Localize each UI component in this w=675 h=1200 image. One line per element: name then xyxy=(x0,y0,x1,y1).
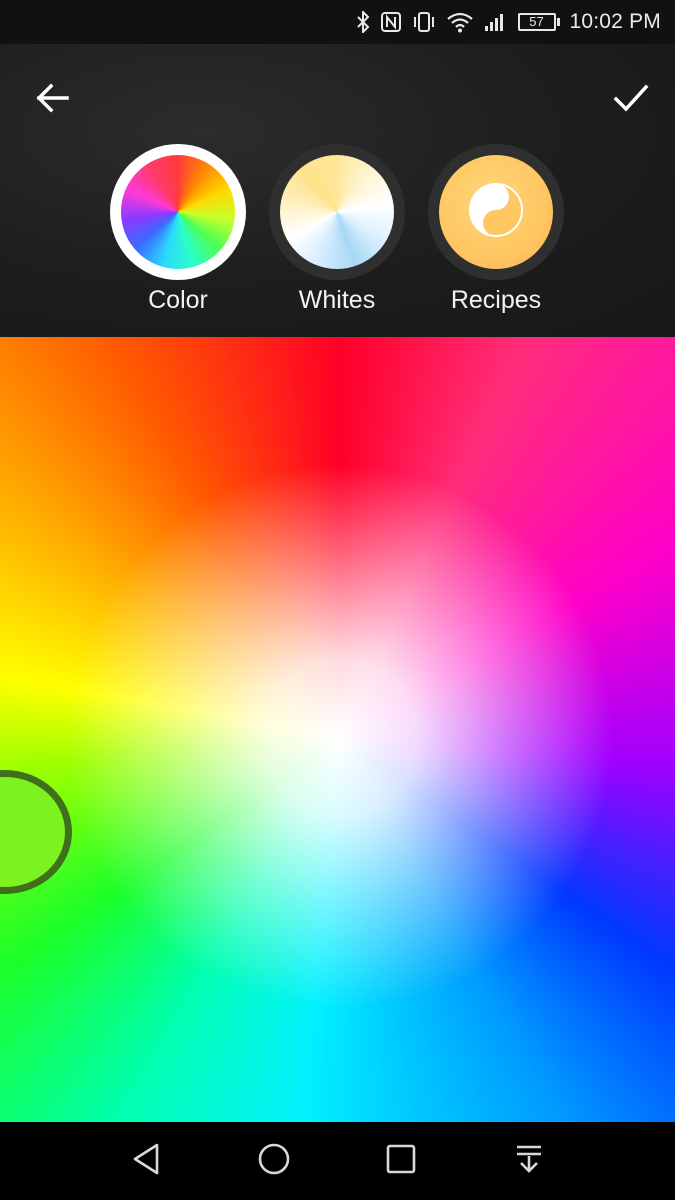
recipes-icon xyxy=(467,181,525,244)
color-wheel-icon xyxy=(121,155,235,269)
nav-recents-button[interactable] xyxy=(381,1141,421,1181)
tab-color-label: Color xyxy=(148,286,208,314)
checkmark-icon xyxy=(613,83,649,118)
tab-whites[interactable]: Whites xyxy=(257,144,417,324)
home-circle-icon xyxy=(257,1142,291,1181)
nav-back-button[interactable] xyxy=(126,1141,166,1181)
status-time: 10:02 PM xyxy=(569,10,661,33)
tab-whites-ring xyxy=(269,144,405,280)
recipes-swatch xyxy=(439,155,553,269)
tab-color-ring xyxy=(110,144,246,280)
header: Color Whites Recipes xyxy=(0,44,675,337)
navigation-bar xyxy=(0,1122,675,1200)
recents-square-icon xyxy=(385,1143,417,1180)
wifi-icon xyxy=(446,11,474,33)
status-icons: 57 10:02 PM xyxy=(356,0,662,44)
nfc-icon xyxy=(380,11,402,33)
tab-recipes[interactable]: Recipes xyxy=(416,144,576,324)
vibrate-icon xyxy=(412,11,436,33)
whites-wheel-icon xyxy=(280,155,394,269)
arrow-left-icon xyxy=(35,83,69,118)
tab-recipes-ring xyxy=(428,144,564,280)
nav-home-button[interactable] xyxy=(254,1141,294,1181)
nav-notification-button[interactable] xyxy=(509,1141,549,1181)
battery-icon: 57 xyxy=(517,13,560,31)
color-picker-area[interactable] xyxy=(0,337,675,1122)
bluetooth-icon xyxy=(356,11,370,33)
tab-whites-label: Whites xyxy=(298,286,376,314)
confirm-button[interactable] xyxy=(607,76,655,124)
tab-recipes-label: Recipes xyxy=(450,286,542,314)
cellular-signal-icon xyxy=(484,11,508,33)
status-bar: 57 10:02 PM xyxy=(0,0,675,44)
color-picker-handle[interactable] xyxy=(0,770,72,894)
back-button[interactable] xyxy=(28,76,76,124)
tab-color[interactable]: Color xyxy=(98,144,258,324)
back-triangle-icon xyxy=(130,1142,162,1181)
notification-pull-down-icon xyxy=(513,1142,545,1181)
